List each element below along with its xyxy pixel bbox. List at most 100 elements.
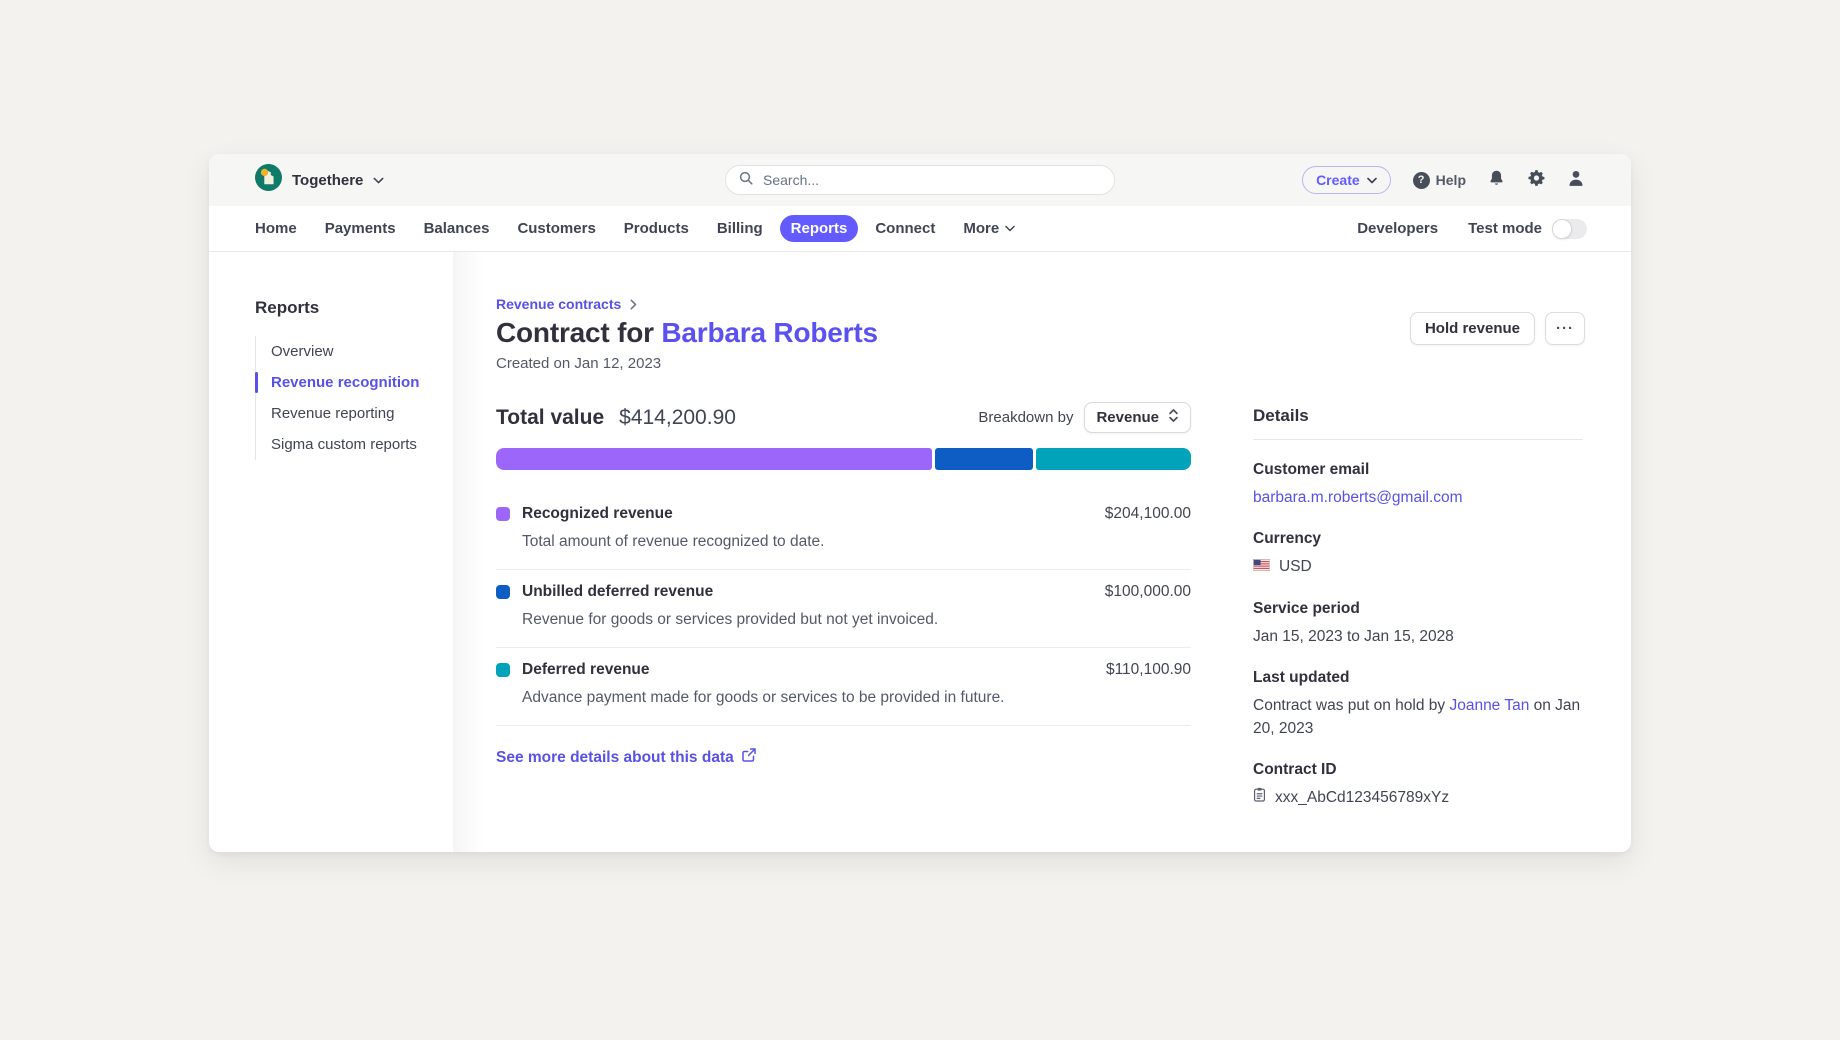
notifications-button[interactable] (1488, 169, 1505, 192)
breadcrumb-link[interactable]: Revenue contracts (496, 296, 621, 312)
sidebar-item-revenue-reporting[interactable]: Revenue reporting (256, 398, 453, 429)
total-value-amount: $414,200.90 (619, 406, 736, 430)
nav-item-more[interactable]: More (952, 215, 1026, 242)
create-button-label: Create (1316, 172, 1360, 188)
test-mode-toggle[interactable] (1552, 219, 1587, 239)
nav-item-more-label: More (963, 220, 999, 237)
content: Reports Overview Revenue recognition Rev… (209, 252, 1631, 852)
see-more-link[interactable]: See more details about this data (496, 748, 1191, 767)
revenue-row-head: Recognized revenue $204,100.00 (496, 505, 1191, 523)
bar-segment-unbilled-deferred (935, 448, 1033, 470)
test-mode-group: Test mode (1468, 219, 1587, 239)
us-flag-icon (1253, 556, 1270, 578)
details-panel: Details Customer email barbara.m.roberts… (1253, 402, 1583, 810)
app-window: Togethere Create ? Help (209, 154, 1631, 852)
report-column: Total value $414,200.90 Breakdown by Rev… (496, 402, 1191, 810)
search-icon (739, 171, 753, 190)
page-actions: Hold revenue ··· (1410, 312, 1585, 345)
revenue-row-amount: $100,000.00 (1105, 583, 1191, 601)
legend-dot-recognized (496, 507, 510, 521)
customer-email-link[interactable]: barbara.m.roberts@gmail.com (1253, 487, 1583, 509)
detail-last-updated: Last updated Contract was put on hold by… (1253, 669, 1583, 740)
sidebar-items: Overview Revenue recognition Revenue rep… (255, 336, 453, 460)
page-header: Revenue contracts Contract for Barbara R… (496, 296, 1585, 372)
revenue-stacked-bar (496, 448, 1191, 470)
contract-id-value: xxx_AbCd123456789xYz (1253, 787, 1583, 809)
brand-logo-icon (255, 164, 282, 196)
revenue-row-description: Total amount of revenue recognized to da… (522, 533, 1191, 551)
revenue-row-description: Advance payment made for goods or servic… (522, 689, 1191, 707)
revenue-row-head: Unbilled deferred revenue $100,000.00 (496, 583, 1191, 601)
total-value-label: Total value (496, 406, 604, 430)
sidebar-item-revenue-recognition[interactable]: Revenue recognition (256, 367, 453, 398)
revenue-row-amount: $204,100.00 (1105, 505, 1191, 523)
help-icon: ? (1413, 172, 1430, 189)
search-bar[interactable] (725, 165, 1115, 195)
page-title: Contract for Barbara Roberts (496, 317, 878, 349)
nav-items: Home Payments Balances Customers Product… (244, 215, 1026, 242)
topbar-right: Create ? Help (1115, 166, 1585, 194)
developers-link[interactable]: Developers (1357, 220, 1438, 237)
nav-item-billing[interactable]: Billing (706, 215, 774, 242)
last-updated-prefix: Contract was put on hold by (1253, 697, 1449, 714)
last-updated-value: Contract was put on hold by Joanne Tan o… (1253, 695, 1583, 740)
detail-contract-id: Contract ID xxx_AbCd123456789xYz (1253, 761, 1583, 809)
breadcrumb: Revenue contracts (496, 296, 878, 312)
revenue-row-head: Deferred revenue $110,100.90 (496, 661, 1191, 679)
detail-currency: Currency USD (1253, 530, 1583, 578)
nav-item-products[interactable]: Products (613, 215, 700, 242)
sidebar-title: Reports (255, 298, 453, 318)
account-switcher[interactable]: Togethere (255, 164, 384, 196)
page-header-left: Revenue contracts Contract for Barbara R… (496, 296, 878, 372)
currency-code: USD (1279, 556, 1312, 578)
breakdown-select[interactable]: Revenue (1084, 402, 1191, 433)
nav-right: Developers Test mode (1357, 219, 1587, 239)
chevron-right-icon (630, 299, 637, 310)
sidebar-divider (453, 252, 483, 852)
toggle-knob (1552, 219, 1572, 239)
total-row: Total value $414,200.90 Breakdown by Rev… (496, 402, 1191, 433)
nav-item-customers[interactable]: Customers (506, 215, 606, 242)
help-button[interactable]: ? Help (1413, 172, 1466, 189)
page-title-customer-name: Barbara Roberts (661, 317, 877, 348)
bell-icon (1488, 169, 1505, 192)
detail-service-period: Service period Jan 15, 2023 to Jan 15, 2… (1253, 600, 1583, 648)
detail-label: Currency (1253, 530, 1583, 548)
sidebar-item-sigma-custom-reports[interactable]: Sigma custom reports (256, 429, 453, 460)
detail-label: Service period (1253, 600, 1583, 618)
search-input[interactable] (761, 171, 1101, 189)
last-updated-user-link[interactable]: Joanne Tan (1449, 697, 1529, 714)
user-icon (1567, 169, 1585, 192)
sidebar-item-overview[interactable]: Overview (256, 336, 453, 367)
chevron-down-icon (1367, 177, 1377, 184)
brand-name: Togethere (292, 172, 363, 189)
chevron-down-icon (1005, 225, 1015, 232)
revenue-row-description: Revenue for goods or services provided b… (522, 611, 1191, 629)
top-bar: Togethere Create ? Help (209, 154, 1631, 206)
bar-segment-deferred (1036, 448, 1191, 470)
external-link-icon (742, 748, 756, 767)
columns: Total value $414,200.90 Breakdown by Rev… (496, 402, 1585, 810)
breakdown-group: Breakdown by Revenue (978, 402, 1191, 433)
breakdown-selected-value: Revenue (1096, 409, 1159, 426)
gear-icon (1527, 169, 1545, 192)
overflow-menu-button[interactable]: ··· (1545, 312, 1585, 345)
nav-item-home[interactable]: Home (244, 215, 308, 242)
revenue-row-deferred: Deferred revenue $110,100.90 Advance pay… (496, 648, 1191, 726)
nav-item-reports[interactable]: Reports (780, 215, 859, 242)
create-button[interactable]: Create (1302, 166, 1391, 194)
revenue-row-amount: $110,100.90 (1106, 661, 1191, 679)
clipboard-icon[interactable] (1253, 787, 1266, 809)
account-menu-button[interactable] (1567, 169, 1585, 192)
detail-customer-email: Customer email barbara.m.roberts@gmail.c… (1253, 461, 1583, 509)
settings-button[interactable] (1527, 169, 1545, 192)
nav-item-payments[interactable]: Payments (314, 215, 407, 242)
nav-item-connect[interactable]: Connect (864, 215, 946, 242)
main-area: Revenue contracts Contract for Barbara R… (483, 252, 1631, 852)
legend-dot-deferred (496, 663, 510, 677)
hold-revenue-button[interactable]: Hold revenue (1410, 312, 1535, 345)
detail-label: Contract ID (1253, 761, 1583, 779)
revenue-row-recognized: Recognized revenue $204,100.00 Total amo… (496, 492, 1191, 570)
help-label: Help (1436, 172, 1466, 188)
nav-item-balances[interactable]: Balances (413, 215, 501, 242)
